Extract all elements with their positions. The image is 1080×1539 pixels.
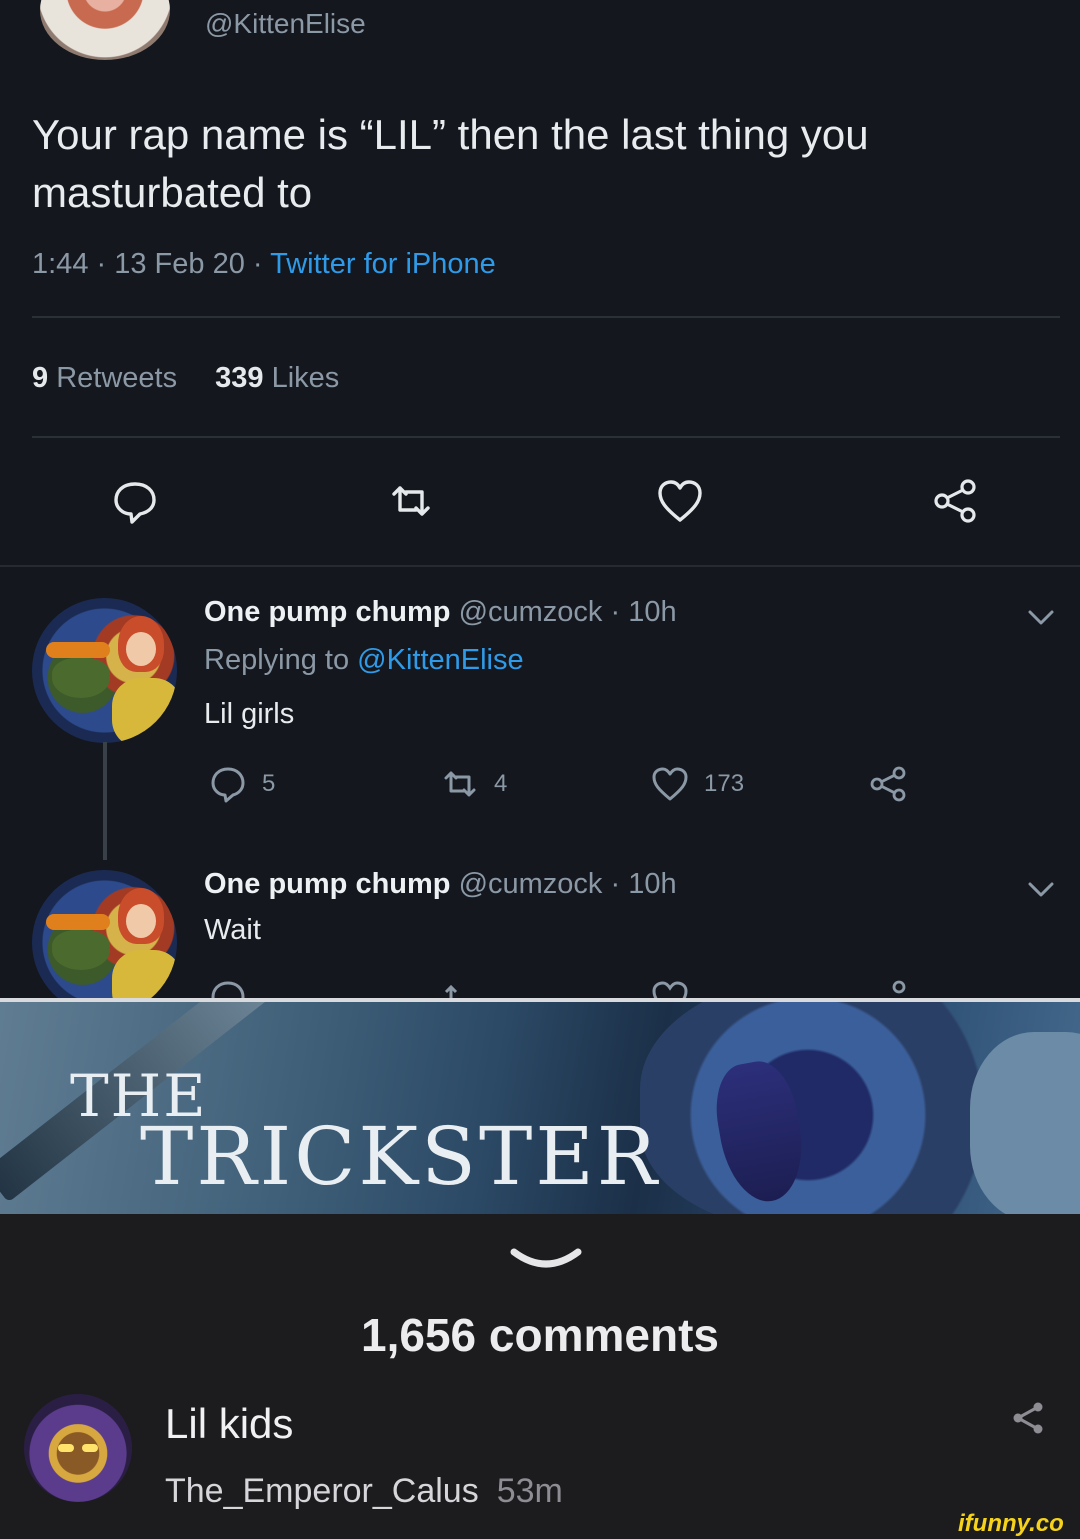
retweet-icon — [440, 764, 480, 804]
like-icon — [650, 978, 690, 1000]
replying-to-mention[interactable]: @KittenElise — [357, 644, 523, 676]
reply-icon — [208, 978, 248, 1000]
share-icon[interactable] — [1010, 1400, 1046, 1436]
reply-header: One pump chump @cumzock · 10h — [204, 596, 677, 629]
comment-username[interactable]: The_Emperor_Calus — [165, 1472, 479, 1510]
collapse-handle-icon[interactable] — [510, 1246, 582, 1276]
reply-author-handle[interactable]: @cumzock — [459, 868, 603, 900]
reply-icon[interactable] — [110, 476, 160, 526]
divider — [32, 316, 1060, 318]
like-icon[interactable] — [655, 476, 705, 526]
retweet-count: 4 — [494, 770, 508, 797]
retweet-icon — [440, 978, 480, 1000]
retweet-action[interactable]: 4 — [440, 762, 507, 806]
comments-panel: 1,656 comments Lil kids The_Emperor_Calu… — [0, 1214, 1080, 1539]
meta-dot: · — [610, 596, 629, 628]
author-handle[interactable]: @KittenElise — [205, 8, 366, 40]
reply-text: Wait — [204, 914, 261, 946]
reply-icon — [208, 764, 248, 804]
comment-meta: The_Emperor_Calus 53m — [165, 1472, 563, 1511]
retweet-icon[interactable] — [386, 476, 436, 526]
reply-text: Lil girls — [204, 698, 295, 730]
comments-count[interactable]: 1,656 comments — [0, 1308, 1080, 1362]
tweet-meta: 1:44 · 13 Feb 20 · Twitter for iPhone — [32, 248, 496, 281]
likes-stat[interactable]: 339 Likes — [215, 362, 339, 394]
comment-time: 53m — [496, 1472, 563, 1510]
tweet-text: Your rap name is “LIL” then the last thi… — [32, 111, 869, 216]
share-action[interactable] — [868, 762, 908, 806]
retweets-label: Retweets — [56, 362, 178, 394]
like-icon — [650, 764, 690, 804]
retweets-stat[interactable]: 9 Retweets — [32, 362, 177, 394]
reply-avatar[interactable] — [32, 598, 177, 743]
cropped-action-row — [0, 972, 1080, 1000]
meme-title-line2: TRICKSTER — [140, 1110, 660, 1203]
reply-author-name[interactable]: One pump chump — [204, 596, 451, 628]
replying-to: Replying to @KittenElise — [204, 644, 524, 677]
replying-prefix: Replying to — [204, 644, 350, 676]
chevron-down-icon[interactable] — [1026, 874, 1056, 904]
share-icon — [868, 764, 908, 804]
meta-dot: · — [610, 868, 629, 900]
reply-author-handle[interactable]: @cumzock — [459, 596, 603, 628]
reply-action[interactable]: 5 — [208, 762, 275, 806]
comment-text: Lil kids — [165, 1400, 294, 1447]
reply-time: 10h — [628, 868, 677, 900]
commenter-avatar[interactable] — [24, 1394, 132, 1502]
reply-count: 5 — [262, 770, 276, 797]
divider — [32, 436, 1060, 438]
divider — [0, 565, 1080, 567]
like-count: 173 — [704, 770, 745, 797]
likes-count: 339 — [215, 362, 264, 394]
meme-image: THE TRICKSTER — [0, 1002, 1080, 1214]
meta-dot: · — [252, 248, 271, 280]
rock-shape — [970, 1032, 1080, 1214]
meta-dot: · — [96, 248, 115, 280]
like-action[interactable]: 173 — [650, 762, 744, 806]
reply-header: One pump chump @cumzock · 10h — [204, 868, 677, 901]
ifunny-watermark: ifunny.co — [958, 1510, 1064, 1537]
reply-time: 10h — [628, 596, 677, 628]
share-icon — [868, 978, 908, 1000]
tweet-source-link[interactable]: Twitter for iPhone — [270, 248, 496, 280]
tweet-date: 13 Feb 20 — [114, 248, 245, 280]
tweet-stats: 9 Retweets 339 Likes — [32, 362, 339, 395]
likes-label: Likes — [271, 362, 340, 394]
thread-line — [103, 742, 107, 860]
chevron-down-icon[interactable] — [1026, 602, 1056, 632]
tweet-screenshot: @KittenElise Your rap name is “LIL” then… — [0, 0, 1080, 1000]
author-avatar[interactable] — [40, 0, 170, 60]
reply-author-name[interactable]: One pump chump — [204, 868, 451, 900]
share-icon[interactable] — [930, 476, 980, 526]
tweet-time: 1:44 — [32, 248, 89, 280]
retweets-count: 9 — [32, 362, 49, 394]
